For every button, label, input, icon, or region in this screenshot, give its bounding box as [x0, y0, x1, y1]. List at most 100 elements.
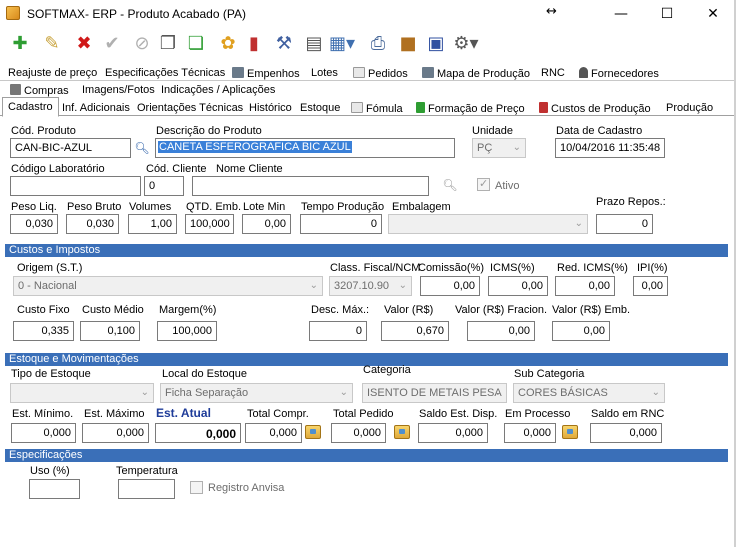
- total-compr-folder-icon[interactable]: [305, 425, 321, 439]
- search-client-icon[interactable]: 🔍︎: [442, 177, 458, 193]
- total-compr-field[interactable]: 0,000: [245, 423, 302, 443]
- copy-icon[interactable]: ❐: [156, 31, 180, 55]
- add-document-icon[interactable]: ❏: [184, 31, 208, 55]
- temperatura-field[interactable]: [118, 479, 175, 499]
- red-icms-label: Red. ICMS(%): [557, 262, 628, 274]
- confirm-icon[interactable]: ✔: [100, 31, 124, 55]
- palette-icon[interactable]: ✿: [216, 31, 240, 55]
- tab-imagens-fotos[interactable]: Imagens/Fotos: [76, 80, 161, 98]
- nome-cliente-field[interactable]: [192, 176, 429, 196]
- icms-field[interactable]: 0,00: [488, 276, 548, 296]
- peso-liq-field[interactable]: 0,030: [10, 214, 58, 234]
- categoria-select[interactable]: ISENTO DE METAIS PESA ⌄: [362, 383, 507, 403]
- nome-cliente-label: Nome Cliente: [216, 163, 283, 175]
- em-processo-folder-icon[interactable]: [562, 425, 578, 439]
- saldo-rnc-field[interactable]: 0,000: [590, 423, 662, 443]
- red-icms-field[interactable]: 0,00: [555, 276, 615, 296]
- tab-mapa-producao[interactable]: Mapa de Produção: [416, 63, 536, 81]
- codigo-lab-field[interactable]: [10, 176, 141, 196]
- minimize-icon[interactable]: —: [598, 0, 644, 28]
- ativo-label: Ativo: [495, 180, 520, 192]
- tab-label: Indicações / Aplicações: [161, 84, 276, 96]
- tipo-estoque-select[interactable]: ⌄: [10, 383, 154, 403]
- tab-especificacoes-tecnicas[interactable]: Especificações Técnicas: [99, 63, 231, 81]
- tab-inf-adicionais[interactable]: Inf. Adicionais: [56, 98, 136, 116]
- tab-rnc[interactable]: RNC: [535, 63, 571, 81]
- delete-icon[interactable]: ✖: [72, 31, 96, 55]
- class-fiscal-select[interactable]: 3207.10.90 ⌄: [329, 276, 412, 296]
- tab-fornecedores[interactable]: Fornecedores: [573, 63, 665, 81]
- tab-label: Especificações Técnicas: [105, 67, 226, 79]
- uso-field[interactable]: [29, 479, 80, 499]
- tab-formacao-preco[interactable]: Formação de Preço: [410, 98, 531, 116]
- tab-orientacoes-tecnicas[interactable]: Orientações Técnicas: [131, 98, 249, 116]
- custo-medio-field[interactable]: 0,100: [80, 321, 140, 341]
- volumes-field[interactable]: 1,00: [128, 214, 177, 234]
- registro-anvisa-checkbox[interactable]: [190, 481, 203, 494]
- prazo-repos-field[interactable]: 0: [596, 214, 653, 234]
- em-processo-field[interactable]: 0,000: [504, 423, 556, 443]
- tab-estoque[interactable]: Estoque: [294, 98, 346, 116]
- cod-produto-field[interactable]: CAN-BIC-AZUL: [10, 138, 131, 158]
- comissao-field[interactable]: 0,00: [420, 276, 480, 296]
- ipi-field[interactable]: 0,00: [633, 276, 668, 296]
- report-dropdown-icon[interactable]: ▦▾: [329, 31, 355, 55]
- tab-historico[interactable]: Histórico: [243, 98, 298, 116]
- qtd-emb-field[interactable]: 100,000: [185, 214, 234, 234]
- maximize-icon[interactable]: ☐: [644, 0, 690, 28]
- ativo-checkbox[interactable]: [477, 177, 490, 191]
- tab-lotes[interactable]: Lotes: [305, 63, 344, 81]
- machine-icon[interactable]: ▤: [302, 31, 326, 55]
- custo-fixo-field[interactable]: 0,335: [13, 321, 74, 341]
- chevron-down-icon: ⌄: [574, 218, 583, 229]
- close-window-icon[interactable]: ✕: [690, 0, 736, 28]
- valor-fracion-field[interactable]: 0,00: [467, 321, 535, 341]
- box-icon[interactable]: ■: [396, 31, 420, 55]
- settings-dropdown-icon[interactable]: ⚙▾: [453, 31, 478, 55]
- total-pedido-folder-icon[interactable]: [394, 425, 410, 439]
- tab-cadastro[interactable]: Cadastro: [2, 97, 59, 117]
- descricao-field[interactable]: CANETA ESFEROGRAFICA BIC AZUL: [155, 138, 455, 158]
- desc-max-field[interactable]: 0: [309, 321, 367, 341]
- tab-producao[interactable]: Produção: [660, 98, 719, 116]
- chart-icon[interactable]: ▮: [242, 31, 266, 55]
- pedidos-icon: [353, 67, 365, 78]
- tempo-producao-field[interactable]: 0: [300, 214, 382, 234]
- tab-reajuste-preco[interactable]: Reajuste de preço: [2, 63, 103, 81]
- est-atual-field[interactable]: 0,000: [155, 423, 241, 443]
- sub-categoria-select[interactable]: CORES BÁSICAS ⌄: [513, 383, 665, 403]
- app-icon: [6, 6, 20, 20]
- peso-bruto-field[interactable]: 0,030: [66, 214, 119, 234]
- tab-empenhos[interactable]: Empenhos: [226, 63, 306, 81]
- est-maximo-field[interactable]: 0,000: [82, 423, 149, 443]
- valor-field[interactable]: 0,670: [381, 321, 449, 341]
- tab-compras[interactable]: Compras: [4, 80, 75, 98]
- tab-indicacoes-aplicacoes[interactable]: Indicações / Aplicações: [155, 80, 281, 98]
- valor-emb-field[interactable]: 0,00: [552, 321, 610, 341]
- tab-formula[interactable]: Fómula: [345, 98, 409, 116]
- embalagem-select[interactable]: ⌄: [388, 214, 588, 234]
- tab-label: Lotes: [311, 67, 338, 79]
- new-record-icon[interactable]: ✚: [8, 31, 32, 55]
- cod-cliente-field[interactable]: 0: [144, 176, 184, 196]
- local-estoque-select[interactable]: Ficha Separação ⌄: [160, 383, 353, 403]
- est-minimo-field[interactable]: 0,000: [11, 423, 76, 443]
- cancel-icon[interactable]: ⊘: [130, 31, 154, 55]
- tools-icon[interactable]: ⚒: [272, 31, 296, 55]
- calculator-icon[interactable]: ▣: [424, 31, 448, 55]
- tab-label: Fornecedores: [591, 68, 659, 80]
- origem-select[interactable]: 0 - Nacional ⌄: [13, 276, 323, 296]
- tab-custos-producao[interactable]: Custos de Produção: [533, 98, 657, 116]
- lote-min-field[interactable]: 0,00: [242, 214, 291, 234]
- search-icon[interactable]: 🔍︎: [134, 140, 150, 156]
- saldo-est-disp-field[interactable]: 0,000: [418, 423, 488, 443]
- tab-pedidos[interactable]: Pedidos: [347, 63, 414, 81]
- valor-emb-label: Valor (R$) Emb.: [552, 304, 631, 316]
- print-icon[interactable]: ⎙: [366, 31, 390, 55]
- unidade-select[interactable]: PÇ ⌄: [472, 138, 526, 158]
- edit-pencil-icon[interactable]: ✎: [40, 31, 64, 55]
- total-pedido-field[interactable]: 0,000: [331, 423, 386, 443]
- margem-field[interactable]: 100,000: [157, 321, 217, 341]
- data-cadastro-field[interactable]: 10/04/2016 11:35:48: [555, 138, 665, 158]
- local-estoque-label: Local do Estoque: [162, 368, 248, 380]
